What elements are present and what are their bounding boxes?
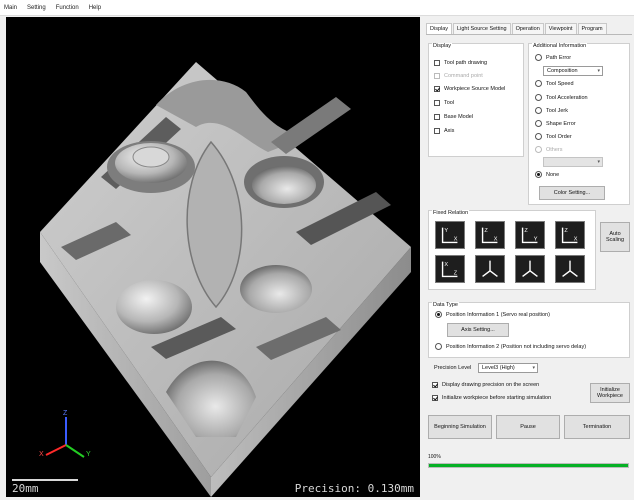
svg-text:Z: Z — [564, 228, 568, 234]
none-radio[interactable]: None — [535, 171, 559, 178]
svg-text:Y: Y — [444, 228, 448, 234]
pause-button[interactable]: Pause — [496, 415, 560, 439]
data-type-group: Data Type Position Information 1 (Servo … — [428, 302, 630, 358]
view-iso3-button[interactable] — [555, 255, 585, 283]
menu-function[interactable]: Function — [56, 5, 79, 11]
svg-text:Z: Z — [454, 271, 458, 277]
begin-simulation-button[interactable]: Beginning Simulation — [428, 415, 492, 439]
initialize-before-simulation-option[interactable]: Initialize workpiece before starting sim… — [432, 395, 551, 401]
tab-viewpoint[interactable]: Viewpoint — [544, 23, 577, 34]
position-info-2-radio[interactable]: Position Information 2 (Position not inc… — [435, 343, 586, 350]
progress-label: 100% — [428, 454, 441, 460]
svg-text:Z: Z — [484, 228, 488, 234]
progress-fill — [429, 464, 628, 467]
data-type-title: Data Type — [432, 302, 459, 308]
axis-triad — [45, 417, 85, 458]
svg-text:X: X — [454, 237, 458, 243]
axis-x-label: X — [39, 451, 44, 458]
fixed-relation-title: Fixed Relation — [432, 210, 470, 216]
menu-bar: Main Setting Function Help — [0, 0, 634, 16]
menu-main[interactable]: Main — [4, 5, 17, 11]
settings-panel: Display Light Source Setting Operation V… — [424, 17, 634, 500]
position-info-1-radio[interactable]: Position Information 1 (Servo real posit… — [435, 311, 550, 318]
path-error-radio[interactable]: Path Error — [535, 54, 571, 61]
tab-program[interactable]: Program — [577, 23, 607, 34]
axis-option[interactable]: Axis — [434, 128, 454, 134]
additional-information-title: Additional Information — [532, 43, 588, 49]
tab-light-source[interactable]: Light Source Setting — [453, 23, 511, 34]
progress-bar — [428, 463, 629, 468]
tool-speed-radio[interactable]: Tool Speed — [535, 80, 574, 87]
scale-bar — [12, 479, 78, 481]
auto-scaling-button[interactable]: Auto Scaling — [600, 222, 630, 252]
path-error-select[interactable]: Composition ▾ — [543, 66, 603, 76]
view-yx-button[interactable]: YX — [435, 221, 465, 249]
view-iso1-button[interactable] — [475, 255, 505, 283]
tool-jerk-radio[interactable]: Tool Jerk — [535, 107, 568, 114]
base-model-option[interactable]: Base Model — [434, 114, 473, 120]
view-iso2-button[interactable] — [515, 255, 545, 283]
tool-option[interactable]: Tool — [434, 100, 454, 106]
view-zy-button[interactable]: ZY — [515, 221, 545, 249]
initialize-workpiece-button[interactable]: Initialize Workpiece — [590, 383, 630, 403]
tab-display[interactable]: Display — [426, 23, 453, 34]
svg-text:X: X — [494, 237, 498, 243]
tab-bar: Display Light Source Setting Operation V… — [426, 23, 632, 35]
tool-acceleration-radio[interactable]: Tool Acceleration — [535, 94, 588, 101]
simulation-viewport[interactable]: Z X Y 20mm Precision: 0.130mm — [6, 17, 420, 497]
scale-label: 20mm — [12, 482, 39, 495]
view-xz-button[interactable]: XZ — [435, 255, 465, 283]
precision-level-select[interactable]: Level3 (High) ▾ — [478, 363, 538, 373]
display-group-title: Display — [432, 43, 453, 49]
view-xy-button[interactable]: ZX — [475, 221, 505, 249]
axis-y-label: Y — [86, 451, 91, 458]
additional-information-group: Additional Information Path Error Compos… — [528, 43, 630, 205]
svg-text:X: X — [574, 237, 578, 243]
svg-text:X: X — [444, 262, 448, 268]
view-zx-button[interactable]: ZX — [555, 221, 585, 249]
tool-order-radio[interactable]: Tool Order — [535, 133, 572, 140]
color-setting-button[interactable]: Color Setting... — [539, 186, 605, 200]
svg-text:Y: Y — [534, 237, 538, 243]
shape-error-radio[interactable]: Shape Error — [535, 120, 576, 127]
svg-text:Z: Z — [524, 228, 528, 234]
tool-path-drawing-option[interactable]: Tool path drawing — [434, 60, 487, 66]
display-precision-option[interactable]: Display drawing precision on the screen — [432, 382, 539, 388]
workpiece-model — [40, 62, 411, 497]
precision-readout: Precision: 0.130mm — [294, 482, 414, 495]
workpiece-source-model-option[interactable]: Workpiece Source Model — [434, 86, 505, 92]
termination-button[interactable]: Termination — [564, 415, 630, 439]
others-select: ▾ — [543, 157, 603, 167]
axis-z-label: Z — [63, 410, 68, 417]
others-radio: Others — [535, 146, 563, 153]
axis-setting-button[interactable]: Axis Setting... — [447, 323, 509, 337]
menu-help[interactable]: Help — [89, 5, 101, 11]
tab-operation[interactable]: Operation — [511, 23, 544, 34]
precision-level-label: Precision Level — [434, 365, 472, 371]
menu-setting[interactable]: Setting — [27, 5, 46, 11]
fixed-relation-group: Fixed Relation YX ZX ZY ZX XZ — [428, 210, 596, 290]
display-group: Display Tool path drawing Command point … — [428, 43, 524, 157]
command-point-option: Command point — [434, 73, 483, 79]
